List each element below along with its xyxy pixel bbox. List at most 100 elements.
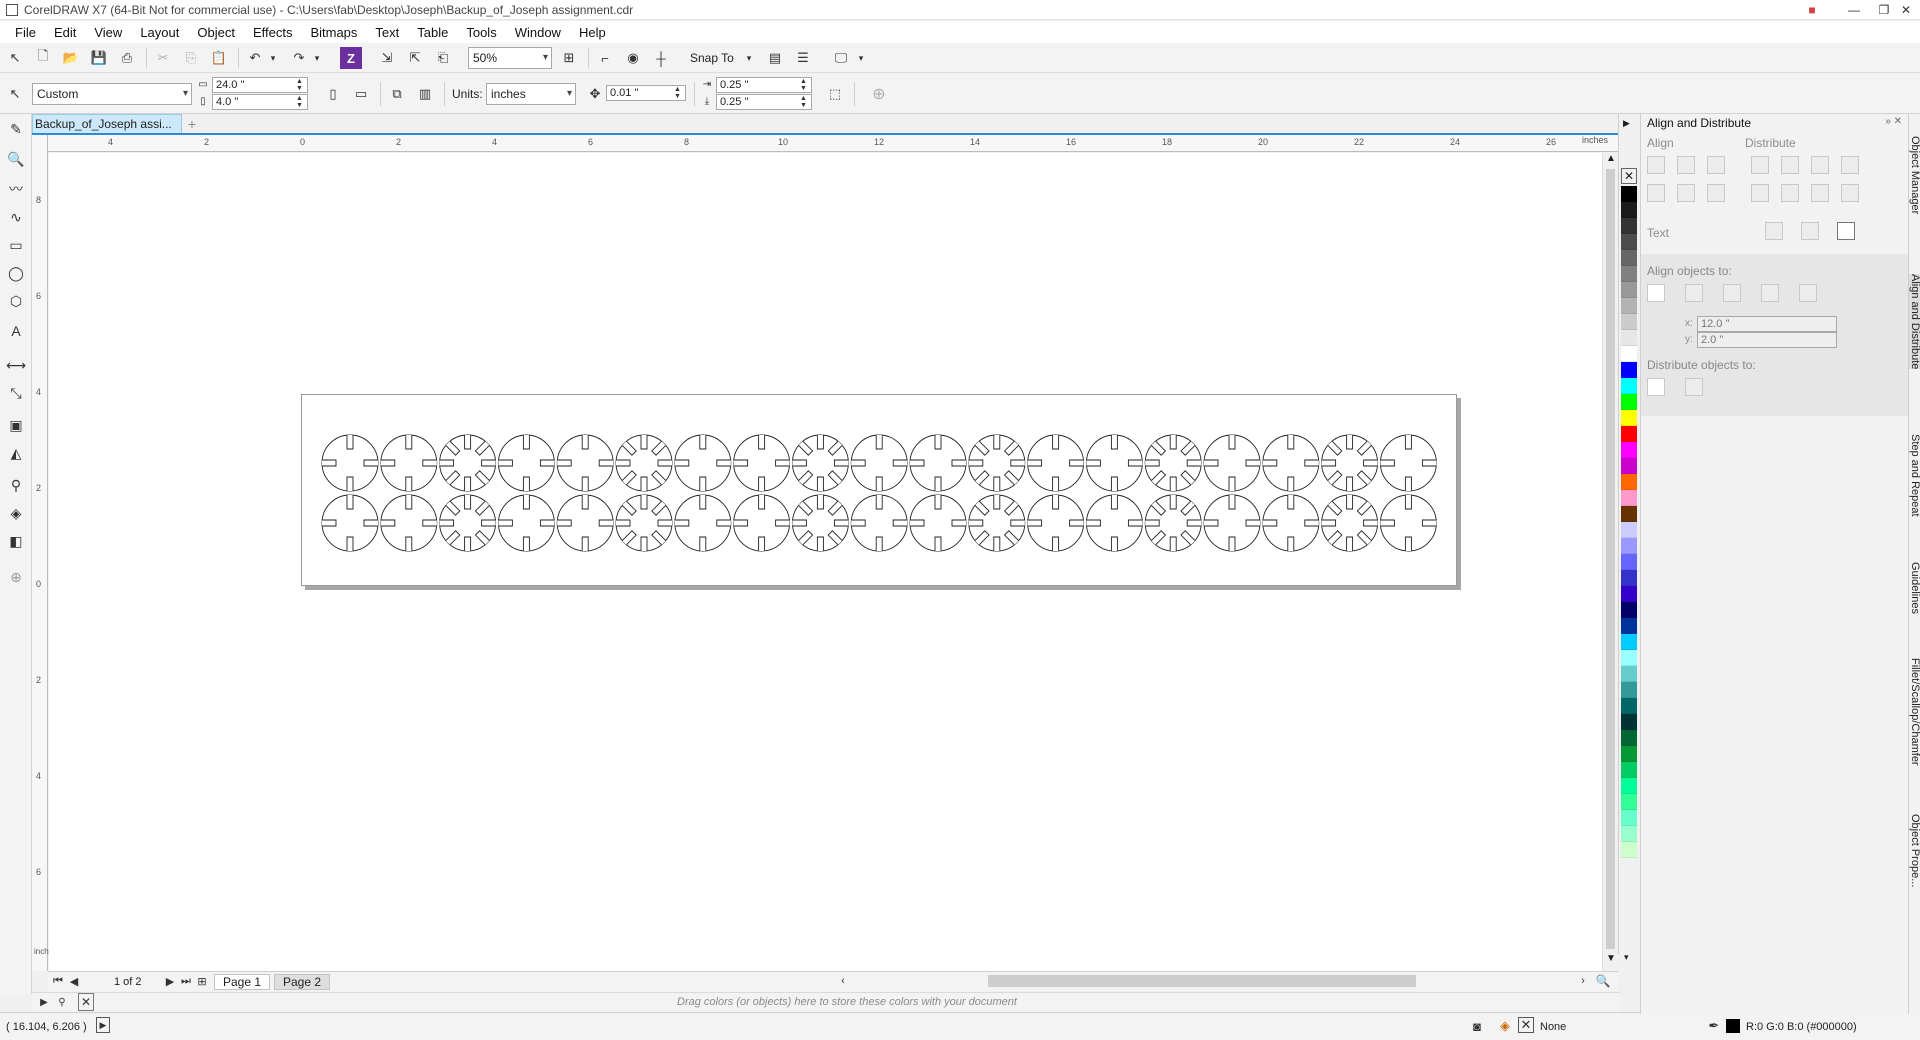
color-proof-icon[interactable]: ◙ [1468,1017,1486,1035]
color-swatch[interactable] [1621,634,1637,650]
grid-icon[interactable] [1761,284,1779,302]
scroll-up-icon[interactable]: ▲ [1606,153,1616,164]
extent-of-selection-icon[interactable] [1647,378,1665,396]
copy-icon[interactable]: ⎘ [180,47,202,69]
spin-icon[interactable]: ▲ ▼ [800,95,810,109]
color-swatch[interactable] [1621,698,1637,714]
cut-piece[interactable] [968,494,1026,552]
page-tab-2[interactable]: Page 2 [274,974,331,990]
user-icon[interactable]: ■ [1798,0,1826,20]
spin-icon[interactable]: ▲ ▼ [674,86,684,100]
color-swatch[interactable] [1621,234,1637,250]
show-rulers-icon[interactable]: ⌐ [594,47,616,69]
nudge-field[interactable]: 0.01 " ▲ ▼ [606,85,686,101]
undo-dropdown-icon[interactable]: ▾ [262,47,284,69]
menu-window[interactable]: Window [506,25,570,40]
screen-dropdown-icon[interactable]: ▾ [850,47,872,69]
play-icon[interactable]: ▶ [96,1017,110,1033]
menu-object[interactable]: Object [188,25,244,40]
horizontal-scroll-thumb[interactable] [988,975,1416,987]
specified-point-icon[interactable] [1799,284,1817,302]
y-field[interactable]: 2.0 " [1697,332,1837,348]
cut-piece[interactable] [909,494,967,552]
text-tool-icon[interactable]: A [5,320,27,342]
distribute-vspace-icon[interactable] [1841,184,1859,202]
palette-scroll-down-icon[interactable]: ▾ [1624,952,1629,963]
align-bottom-icon[interactable] [1707,184,1725,202]
polygon-tool-icon[interactable]: ⬡ [5,290,27,312]
units-combo[interactable]: inches ▾ [486,83,576,105]
screen-icon[interactable]: 🖵 [830,47,852,69]
cut-piece[interactable] [1321,494,1379,552]
spin-icon[interactable]: ▲ ▼ [296,78,306,92]
new-tab-icon[interactable]: + [184,116,200,132]
color-swatch[interactable] [1621,458,1637,474]
open-icon[interactable]: 📂 [60,47,82,69]
transparency-icon[interactable]: ◭ [5,442,27,464]
cut-piece[interactable] [791,494,849,552]
freehand-tool-icon[interactable]: 〰 [5,178,27,200]
paste-icon[interactable]: 📋 [208,47,230,69]
cut-piece[interactable] [1027,434,1085,492]
pick-tool-icon[interactable]: ↖ [4,83,26,105]
ellipse-tool-icon[interactable]: ◯ [5,262,27,284]
color-swatch[interactable] [1621,666,1637,682]
cut-piece[interactable] [1321,434,1379,492]
scroll-thumb[interactable] [1606,169,1615,949]
cut-piece[interactable] [733,494,791,552]
color-swatch[interactable] [1621,810,1637,826]
cut-piece[interactable] [321,494,379,552]
tab-object-manager[interactable]: Object Manager [1909,136,1920,214]
vertical-scrollbar[interactable]: ▲ ▼ [1602,153,1618,971]
new-icon[interactable]: 🗋 [32,47,54,69]
duplicate-x-field[interactable]: 0.25 " ▲ ▼ [716,77,812,93]
align-center-h-icon[interactable] [1677,156,1695,174]
color-swatch[interactable] [1621,842,1637,858]
cut-piece[interactable] [1379,494,1437,552]
eyedropper-icon[interactable]: ⚲ [54,993,70,1011]
add-tool-icon[interactable]: ⊕ [5,566,27,588]
menu-file[interactable]: File [6,25,45,40]
page-tab-1[interactable]: Page 1 [214,974,271,990]
cut-icon[interactable]: ✂ [152,47,174,69]
menu-effects[interactable]: Effects [244,25,302,40]
add-page-icon[interactable]: ⊞ [194,972,210,990]
print-icon[interactable]: ⎙ [116,47,138,69]
tab-guidelines[interactable]: Guidelines [1909,562,1920,614]
cut-piece[interactable] [556,434,614,492]
distribute-right-icon[interactable] [1811,156,1829,174]
cut-piece[interactable] [909,434,967,492]
color-swatch[interactable] [1621,298,1637,314]
laser-cut-pieces[interactable] [302,395,1458,587]
color-swatch[interactable] [1621,266,1637,282]
color-swatch[interactable] [1621,650,1637,666]
first-page-icon[interactable]: ⏮ [50,972,66,990]
color-swatch[interactable] [1621,762,1637,778]
snap-to-button[interactable]: Snap To [690,51,734,65]
color-palette[interactable]: ▶ ✕ ▾ [1618,114,1638,962]
duplicate-y-field[interactable]: 0.25 " ▲ ▼ [716,94,812,110]
cut-piece[interactable] [497,434,555,492]
smart-fill-icon[interactable]: ◧ [5,530,27,552]
connector-tool-icon[interactable]: ⤡ [5,382,27,404]
cut-piece[interactable] [1085,434,1143,492]
no-color-swatch[interactable]: ✕ [78,993,94,1011]
distribute-left-icon[interactable] [1751,156,1769,174]
color-swatch[interactable] [1621,314,1637,330]
zoom-combo[interactable]: 50% ▾ [468,47,552,69]
color-swatch[interactable] [1621,602,1637,618]
snap-dropdown-icon[interactable]: ▾ [738,47,760,69]
color-swatch[interactable] [1621,250,1637,266]
text-bounding-box-icon[interactable] [1837,222,1855,240]
cut-piece[interactable] [1203,434,1261,492]
cut-piece[interactable] [439,434,497,492]
color-swatch[interactable] [1621,730,1637,746]
close-button[interactable]: ✕ [1892,0,1920,20]
menu-bitmaps[interactable]: Bitmaps [301,25,366,40]
color-swatch[interactable] [1621,570,1637,586]
menu-tools[interactable]: Tools [457,25,505,40]
color-swatch[interactable] [1621,442,1637,458]
color-swatch[interactable] [1621,410,1637,426]
no-color-icon[interactable]: ✕ [1621,168,1637,184]
page-size-icon[interactable]: ⬚ [824,83,846,105]
